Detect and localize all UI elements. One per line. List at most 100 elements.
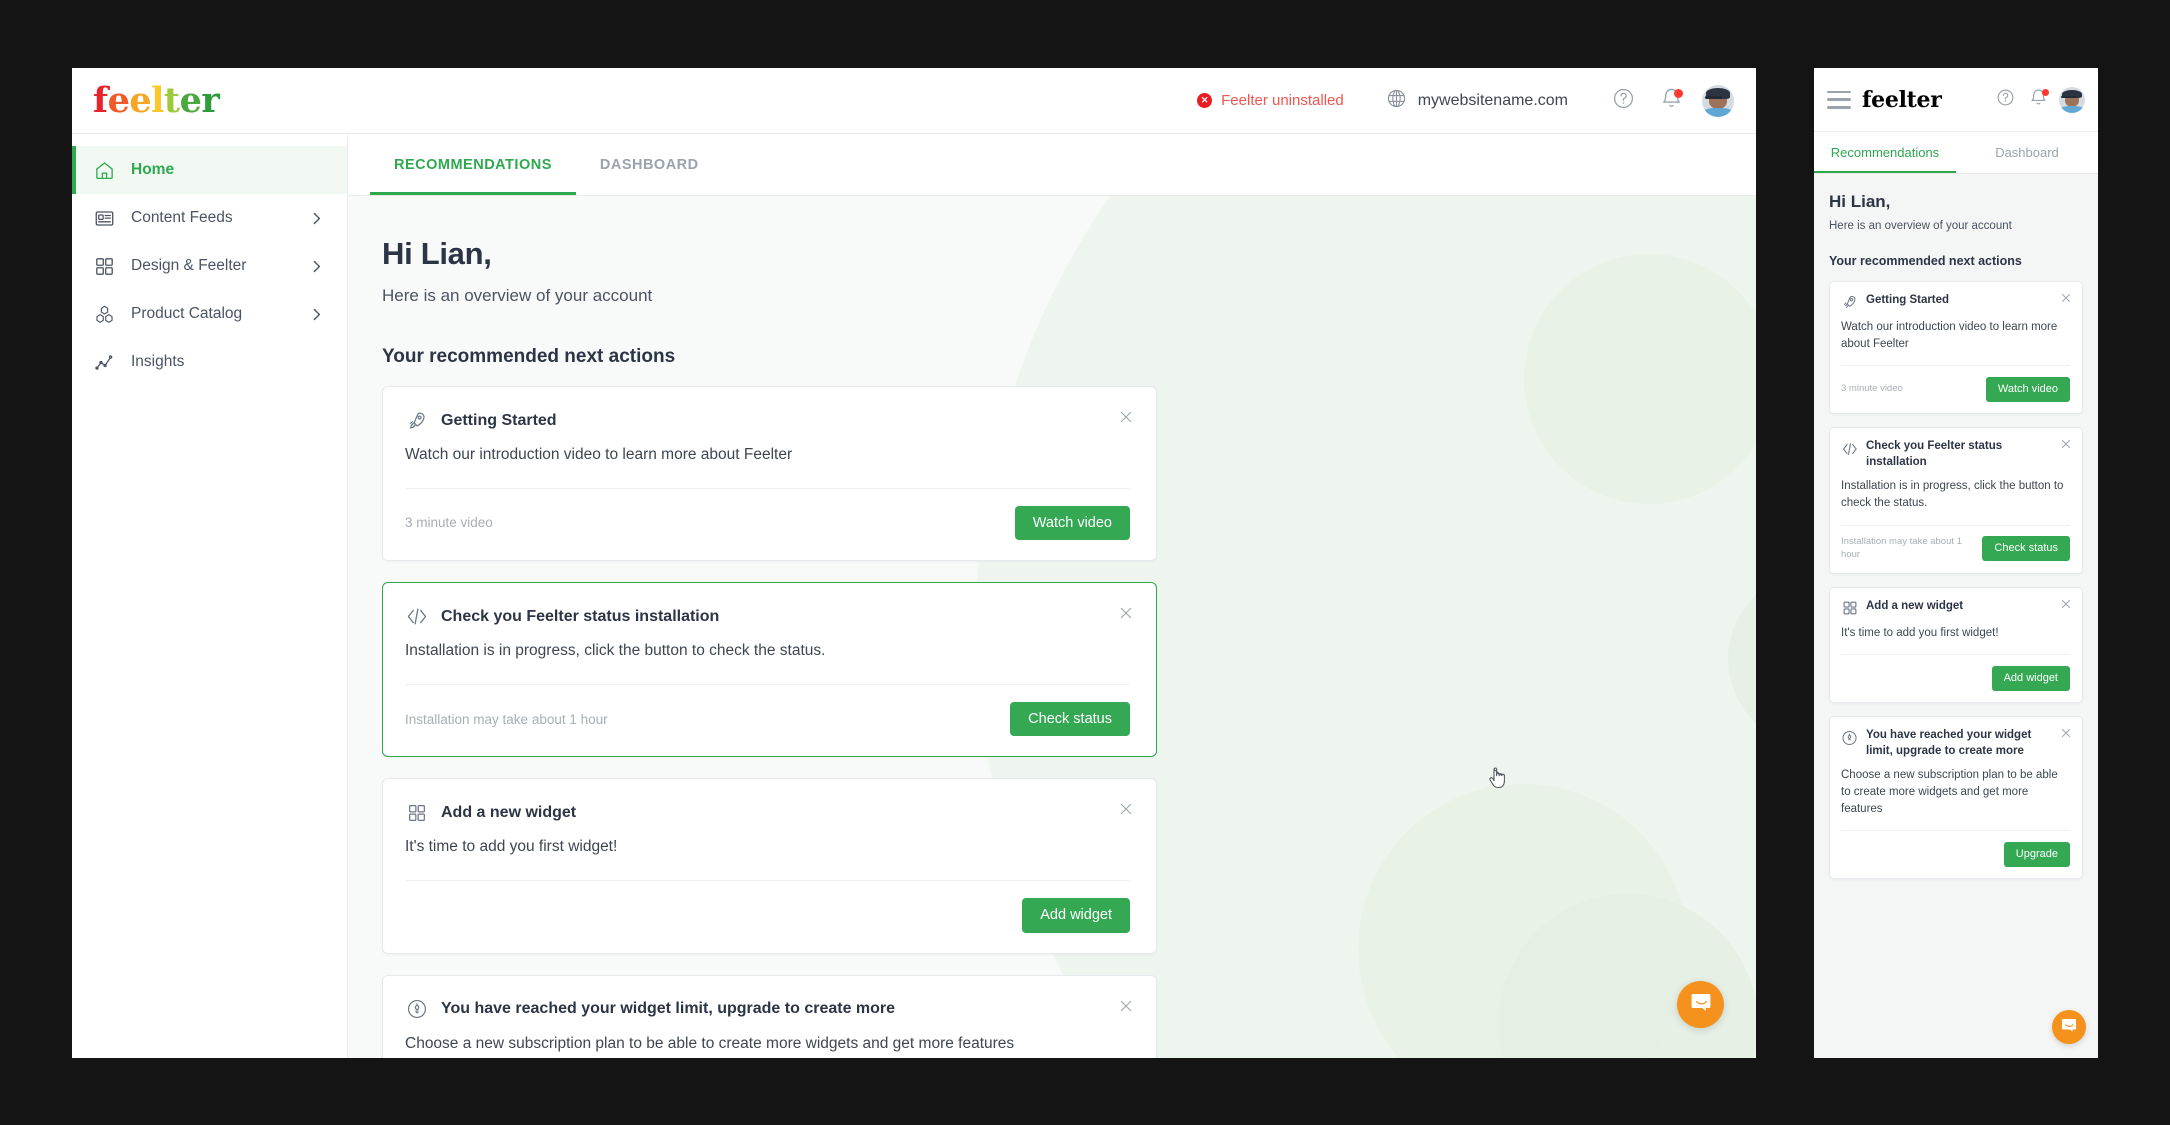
card-title: Getting Started [441, 411, 557, 429]
card-note: 3 minute video [405, 515, 493, 531]
card-title: Check you Feelter status installation [1866, 440, 2003, 468]
intercom-chat-icon [1689, 990, 1713, 1019]
tab-recommendations[interactable]: RECOMMENDATIONS [370, 134, 576, 195]
avatar[interactable] [2059, 86, 2085, 113]
mobile-content-area: Hi Lian, Here is an overview of your acc… [1814, 174, 2098, 1058]
header-actions: ✕ Feelter uninstalled mywebsitename.com [1197, 84, 1756, 118]
mobile-preview-window: feelter Recommendations Dashboard Hi Lia… [1814, 68, 2098, 1058]
notifications-button[interactable] [2026, 88, 2050, 112]
card-description: Choose a new subscription plan to be abl… [405, 1034, 1015, 1052]
tab-recommendations[interactable]: Recommendations [1814, 132, 1956, 173]
watch-video-button[interactable]: Watch video [1014, 505, 1130, 541]
card-footer: Upgrade [1841, 841, 2070, 867]
card-description: Watch our introduction video to learn mo… [405, 446, 793, 463]
avatar-shirt [1703, 108, 1733, 117]
card-divider [1841, 654, 2070, 656]
status-badge-label: Feelter uninstalled [1221, 92, 1344, 109]
close-icon[interactable] [1116, 799, 1136, 819]
rocket-icon [1841, 294, 1858, 311]
rocket-icon [405, 409, 428, 432]
watch-video-button[interactable]: Watch video [1985, 376, 2070, 402]
content-area: Hi Lian, Here is an overview of your acc… [348, 196, 1756, 1058]
section-title: Your recommended next actions [1829, 254, 2022, 268]
status-badge: ✕ Feelter uninstalled [1197, 92, 1344, 109]
recommendation-card: Check you Feelter status installation In… [382, 582, 1157, 758]
upgrade-button[interactable]: Upgrade [2003, 841, 2070, 867]
content-feeds-icon [93, 207, 115, 229]
sidebar-item-design-and-feelter[interactable]: Design & Feelter [72, 242, 347, 290]
code-icon [405, 605, 428, 628]
card-description: Installation is in progress, click the b… [405, 642, 826, 660]
card-description: Watch our introduction video to learn mo… [1841, 321, 2058, 350]
recommendation-card: Check you Feelter status installation In… [1829, 427, 2083, 574]
desktop-body: Home Content Feeds Design & Feelter Prod… [72, 134, 1756, 1058]
feelter-logo[interactable]: feelter [93, 83, 220, 118]
grid-icon [93, 255, 115, 277]
add-widget-button[interactable]: Add widget [1991, 665, 2070, 691]
card-footer: Installation may take about 1 hour Check… [1841, 536, 2070, 562]
card-divider [1841, 524, 2070, 526]
avatar-cap-brim [1704, 96, 1723, 100]
card-title: Add a new widget [441, 803, 577, 821]
mobile-header-actions [1993, 86, 2085, 113]
card-divider [1841, 365, 2070, 367]
mobile-tab-bar: Recommendations Dashboard [1814, 132, 2098, 174]
lightbulb-circle-icon [405, 998, 428, 1021]
home-icon [93, 159, 115, 181]
site-selector[interactable]: mywebsitename.com [1386, 88, 1568, 114]
error-circle-icon: ✕ [1197, 93, 1213, 108]
check-status-button[interactable]: Check status [1010, 701, 1130, 737]
close-icon[interactable] [1116, 407, 1136, 427]
help-circle-icon [1612, 87, 1635, 115]
close-icon[interactable] [2059, 597, 2073, 611]
card-title: You have reached your widget limit, upgr… [1866, 729, 2032, 757]
sidebar-item-home[interactable]: Home [72, 146, 347, 194]
insights-icon [93, 351, 115, 373]
card-title: Getting Started [1866, 294, 1950, 306]
help-button[interactable] [1606, 84, 1640, 118]
notifications-button[interactable] [1654, 84, 1688, 118]
check-status-button[interactable]: Check status [1982, 536, 2070, 562]
sidebar-item-label: Product Catalog [131, 305, 243, 322]
avatar-shirt [2060, 105, 2084, 113]
recommendation-card: Add a new widget It's time to add you fi… [382, 778, 1157, 954]
chevron-right-icon [308, 258, 325, 275]
card-header: Getting Started [405, 409, 1130, 432]
card-footer: Add widget [1841, 665, 2070, 691]
close-icon[interactable] [2059, 726, 2073, 740]
recommendation-card: You have reached your widget limit, upgr… [382, 974, 1157, 1058]
close-icon[interactable] [1116, 603, 1136, 623]
card-header: Add a new widget [1841, 599, 2070, 617]
sidebar-item-content-feeds[interactable]: Content Feeds [72, 194, 347, 242]
card-divider [405, 487, 1130, 489]
cubes-icon [93, 303, 115, 325]
sidebar-item-product-catalog[interactable]: Product Catalog [72, 290, 347, 338]
intercom-chat-button[interactable] [2052, 1010, 2086, 1044]
card-note: Installation may take about 1 hour [405, 711, 608, 727]
card-description: It's time to add you first widget! [1841, 626, 1999, 639]
avatar[interactable] [1702, 84, 1734, 117]
notification-badge [2042, 88, 2049, 96]
intercom-chat-icon [2060, 1016, 2078, 1039]
card-header: Add a new widget [405, 801, 1130, 824]
notification-badge [1674, 88, 1683, 98]
close-icon[interactable] [1116, 996, 1136, 1016]
card-description: Installation is in progress, click the b… [1841, 480, 2064, 510]
section-title: Your recommended next actions [382, 346, 676, 367]
card-divider [1841, 830, 2070, 832]
close-icon[interactable] [2059, 291, 2073, 305]
tab-dashboard[interactable]: DASHBOARD [576, 134, 723, 195]
tab-dashboard[interactable]: Dashboard [1956, 132, 2098, 173]
globe-icon [1386, 88, 1407, 114]
add-widget-button[interactable]: Add widget [1022, 898, 1130, 933]
grid-icon [1841, 600, 1858, 617]
help-button[interactable] [1993, 88, 2017, 112]
tab-bar: RECOMMENDATIONS DASHBOARD [348, 134, 1756, 196]
intercom-chat-button[interactable] [1677, 981, 1724, 1028]
feelter-logo[interactable]: feelter [1862, 89, 1942, 111]
close-icon[interactable] [2059, 437, 2073, 451]
sidebar-item-insights[interactable]: Insights [72, 338, 347, 386]
main-content: RECOMMENDATIONS DASHBOARD Hi Lian, Here … [348, 134, 1756, 1058]
hamburger-menu-icon[interactable] [1827, 90, 1851, 109]
recommendation-card-list: Getting Started Watch our introduction v… [382, 386, 1756, 1058]
